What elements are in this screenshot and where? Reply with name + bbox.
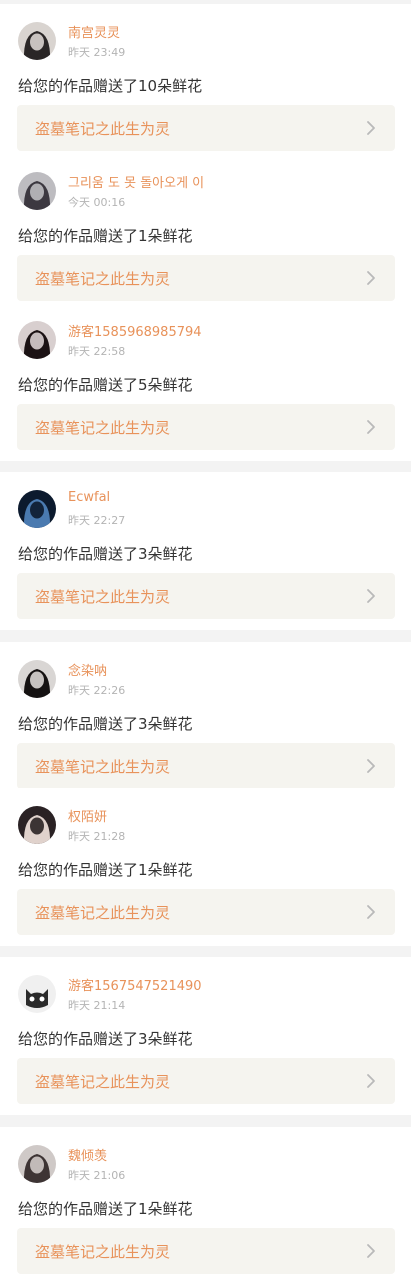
timestamp: 昨天 22:26 [68, 684, 126, 697]
work-link-card[interactable]: 盗墓笔记之此生为灵 [17, 743, 395, 789]
work-link-card[interactable]: 盗墓笔记之此生为灵 [17, 573, 395, 619]
timestamp: 今天 00:16 [68, 196, 126, 209]
gift-message: 给您的作品赠送了3朵鲜花 [18, 715, 193, 733]
chevron-right-icon [365, 588, 377, 604]
work-title: 盗墓笔记之此生为灵 [35, 120, 171, 138]
work-title: 盗墓笔记之此生为灵 [35, 270, 171, 288]
chevron-right-icon [365, 419, 377, 435]
work-title: 盗墓笔记之此生为灵 [35, 588, 171, 606]
gift-message: 给您的作品赠送了3朵鲜花 [18, 1030, 193, 1048]
username[interactable]: 游客1567547521490 [68, 975, 202, 994]
timestamp: 昨天 21:14 [68, 999, 126, 1012]
username[interactable]: 그리움 도 못 돌아오게 이 [68, 172, 204, 191]
work-link-card[interactable]: 盗墓笔记之此生为灵 [17, 1058, 395, 1104]
avatar[interactable] [18, 975, 56, 1013]
timestamp: 昨天 21:06 [68, 1169, 126, 1182]
username[interactable]: 游客1585968985794 [68, 321, 202, 340]
avatar[interactable] [18, 806, 56, 844]
user-avatar-icon [18, 22, 56, 60]
username[interactable]: 魏倾羡 [68, 1145, 107, 1164]
username[interactable]: 念染呐 [68, 660, 107, 679]
gift-record-item: 魏倾羡 昨天 21:06 给您的作品赠送了1朵鲜花 盗墓笔记之此生为灵 [0, 1127, 411, 1280]
avatar[interactable] [18, 490, 56, 528]
avatar[interactable] [18, 1145, 56, 1183]
avatar[interactable] [18, 321, 56, 359]
gift-message: 给您的作品赠送了1朵鲜花 [18, 1200, 193, 1218]
chevron-right-icon [365, 1243, 377, 1259]
gift-record-item: Ecwfal 昨天 22:27 给您的作品赠送了3朵鲜花 盗墓笔记之此生为灵 [0, 472, 411, 630]
gift-record-item: 念染呐 昨天 22:26 给您的作品赠送了3朵鲜花 盗墓笔记之此生为灵 [0, 642, 411, 800]
timestamp: 昨天 22:27 [68, 514, 126, 527]
username[interactable]: 南宫灵灵 [68, 22, 120, 41]
work-title: 盗墓笔记之此生为灵 [35, 1073, 171, 1091]
avatar[interactable] [18, 22, 56, 60]
chevron-right-icon [365, 1073, 377, 1089]
user-avatar-icon [18, 321, 56, 359]
timestamp: 昨天 21:28 [68, 830, 126, 843]
cat-avatar-icon [18, 975, 56, 1013]
work-link-card[interactable]: 盗墓笔记之此生为灵 [17, 255, 395, 301]
gift-record-item: 南宫灵灵 昨天 23:49 给您的作品赠送了10朵鲜花 盗墓笔记之此生为灵 [0, 4, 411, 154]
chevron-right-icon [365, 904, 377, 920]
user-avatar-icon [18, 172, 56, 210]
gift-message: 给您的作品赠送了5朵鲜花 [18, 376, 193, 394]
work-link-card[interactable]: 盗墓笔记之此生为灵 [17, 105, 395, 151]
gift-message: 给您的作品赠送了1朵鲜花 [18, 861, 193, 879]
avatar[interactable] [18, 172, 56, 210]
username[interactable]: 权陌妍 [68, 806, 107, 825]
gift-record-item: 游客1567547521490 昨天 21:14 给您的作品赠送了3朵鲜花 盗墓… [0, 957, 411, 1115]
work-title: 盗墓笔记之此生为灵 [35, 1243, 171, 1261]
work-link-card[interactable]: 盗墓笔记之此生为灵 [17, 889, 395, 935]
gift-message: 给您的作品赠送了1朵鲜花 [18, 227, 193, 245]
work-title: 盗墓笔记之此生为灵 [35, 419, 171, 437]
gift-record-item: 权陌妍 昨天 21:28 给您的作品赠送了1朵鲜花 盗墓笔记之此生为灵 [0, 788, 411, 946]
gift-record-item: 游客1585968985794 昨天 22:58 给您的作品赠送了5朵鲜花 盗墓… [0, 303, 411, 461]
user-avatar-icon [18, 1145, 56, 1183]
gift-message: 给您的作品赠送了10朵鲜花 [18, 77, 203, 95]
user-avatar-icon [18, 660, 56, 698]
work-link-card[interactable]: 盗墓笔记之此生为灵 [17, 404, 395, 450]
chevron-right-icon [365, 120, 377, 136]
chevron-right-icon [365, 270, 377, 286]
gift-record-item: 그리움 도 못 돌아오게 이 今天 00:16 给您的作品赠送了1朵鲜花 盗墓笔… [0, 154, 411, 306]
work-title: 盗墓笔记之此生为灵 [35, 758, 171, 776]
chevron-right-icon [365, 758, 377, 774]
avatar[interactable] [18, 660, 56, 698]
timestamp: 昨天 22:58 [68, 345, 126, 358]
timestamp: 昨天 23:49 [68, 46, 126, 59]
user-avatar-icon [18, 490, 56, 528]
username[interactable]: Ecwfal [68, 490, 110, 505]
gift-message: 给您的作品赠送了3朵鲜花 [18, 545, 193, 563]
work-title: 盗墓笔记之此生为灵 [35, 904, 171, 922]
user-avatar-icon [18, 806, 56, 844]
work-link-card[interactable]: 盗墓笔记之此生为灵 [17, 1228, 395, 1274]
